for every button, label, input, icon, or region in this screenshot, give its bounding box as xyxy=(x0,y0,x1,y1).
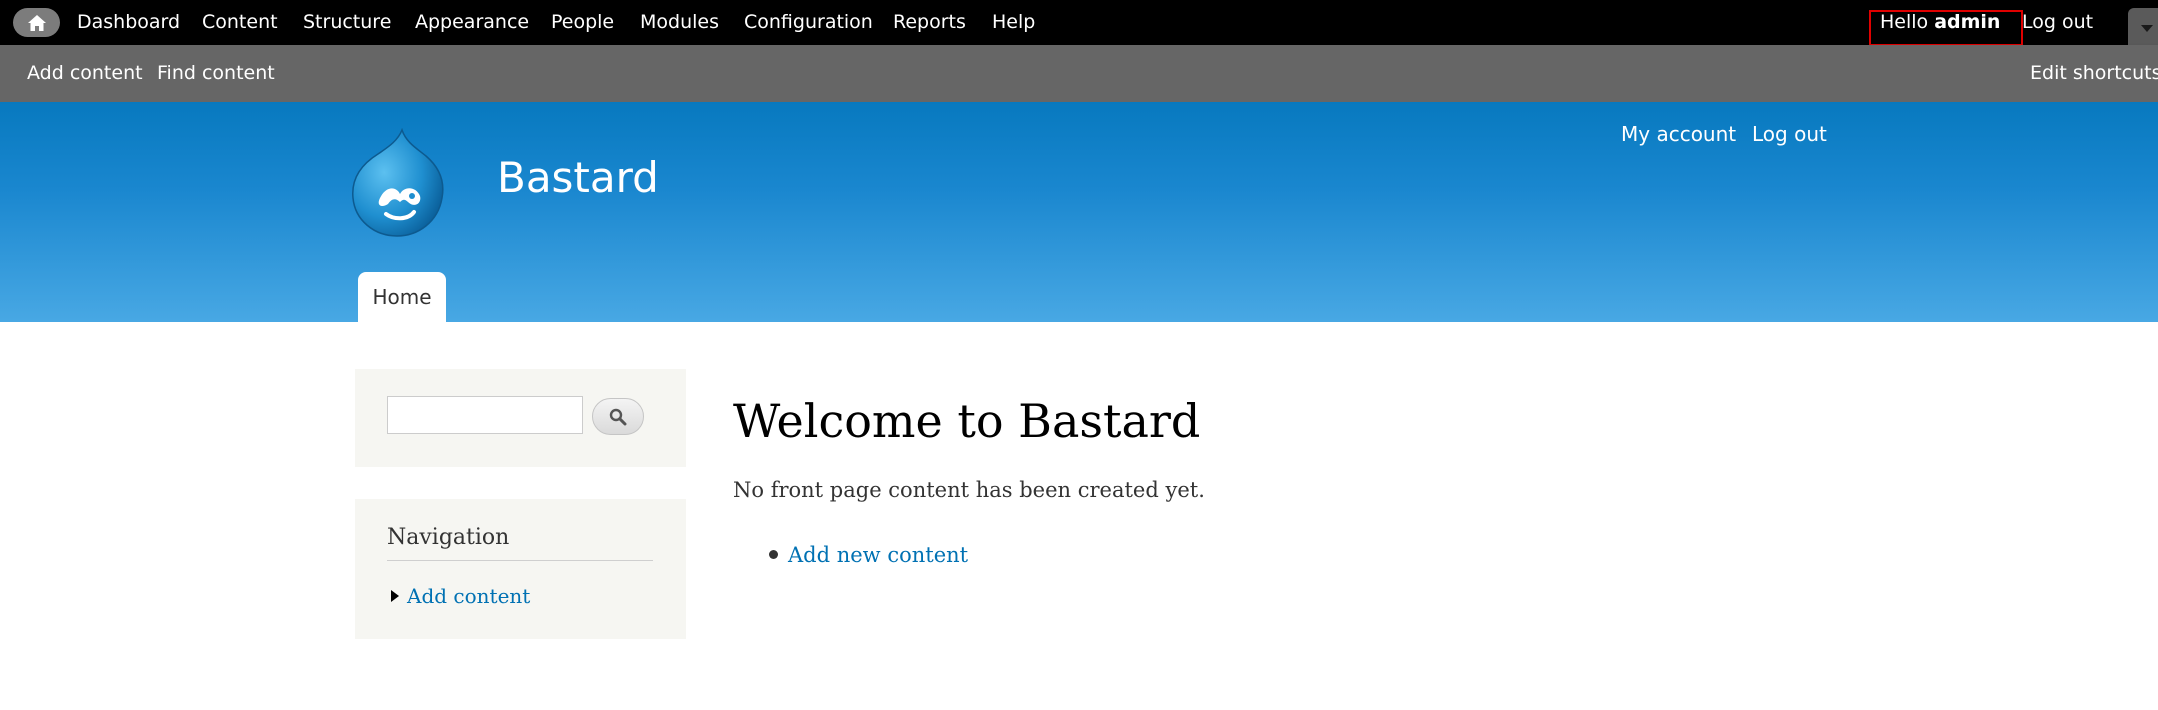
menu-configuration[interactable]: Configuration xyxy=(744,10,873,35)
admin-logout-link[interactable]: Log out xyxy=(2022,10,2093,35)
add-new-content-link[interactable]: Add new content xyxy=(788,540,968,570)
shortcut-add-content[interactable]: Add content xyxy=(27,61,143,86)
site-name[interactable]: Bastard xyxy=(497,150,659,205)
menu-people[interactable]: People xyxy=(551,10,614,35)
menu-help[interactable]: Help xyxy=(992,10,1035,35)
header-logout-link[interactable]: Log out xyxy=(1752,120,1827,148)
nav-add-content-link[interactable]: Add content xyxy=(407,582,530,610)
expand-arrow-icon xyxy=(391,590,399,602)
shortcuts-toggle[interactable] xyxy=(2128,8,2158,47)
search-input[interactable] xyxy=(387,396,583,434)
shortcut-bar: Add content Find content Edit shortcuts xyxy=(0,45,2158,102)
site-header xyxy=(0,102,2158,322)
menu-structure[interactable]: Structure xyxy=(303,10,391,35)
navigation-block xyxy=(355,499,686,639)
shortcut-find-content[interactable]: Find content xyxy=(157,61,275,86)
menu-modules[interactable]: Modules xyxy=(640,10,719,35)
menu-dashboard[interactable]: Dashboard xyxy=(77,10,180,35)
divider xyxy=(387,560,653,561)
menu-reports[interactable]: Reports xyxy=(893,10,966,35)
bullet-icon xyxy=(769,550,778,559)
my-account-link[interactable]: My account xyxy=(1621,120,1736,148)
admin-toolbar: Dashboard Content Structure Appearance P… xyxy=(0,0,2158,47)
home-icon xyxy=(27,14,46,31)
chevron-down-icon xyxy=(2141,25,2153,32)
search-icon xyxy=(609,408,627,425)
navigation-title: Navigation xyxy=(387,525,510,550)
page-title: Welcome to Bastard xyxy=(733,394,1201,448)
page-message: No front page content has been created y… xyxy=(733,478,1205,502)
search-button[interactable] xyxy=(592,398,644,435)
menu-content[interactable]: Content xyxy=(202,10,278,35)
drupal-logo-icon[interactable] xyxy=(350,128,446,240)
tab-home[interactable]: Home xyxy=(358,272,446,322)
menu-appearance[interactable]: Appearance xyxy=(415,10,529,35)
edit-shortcuts-link[interactable]: Edit shortcuts xyxy=(2030,61,2158,86)
highlight-box xyxy=(1869,10,2023,46)
home-button[interactable] xyxy=(13,8,60,37)
